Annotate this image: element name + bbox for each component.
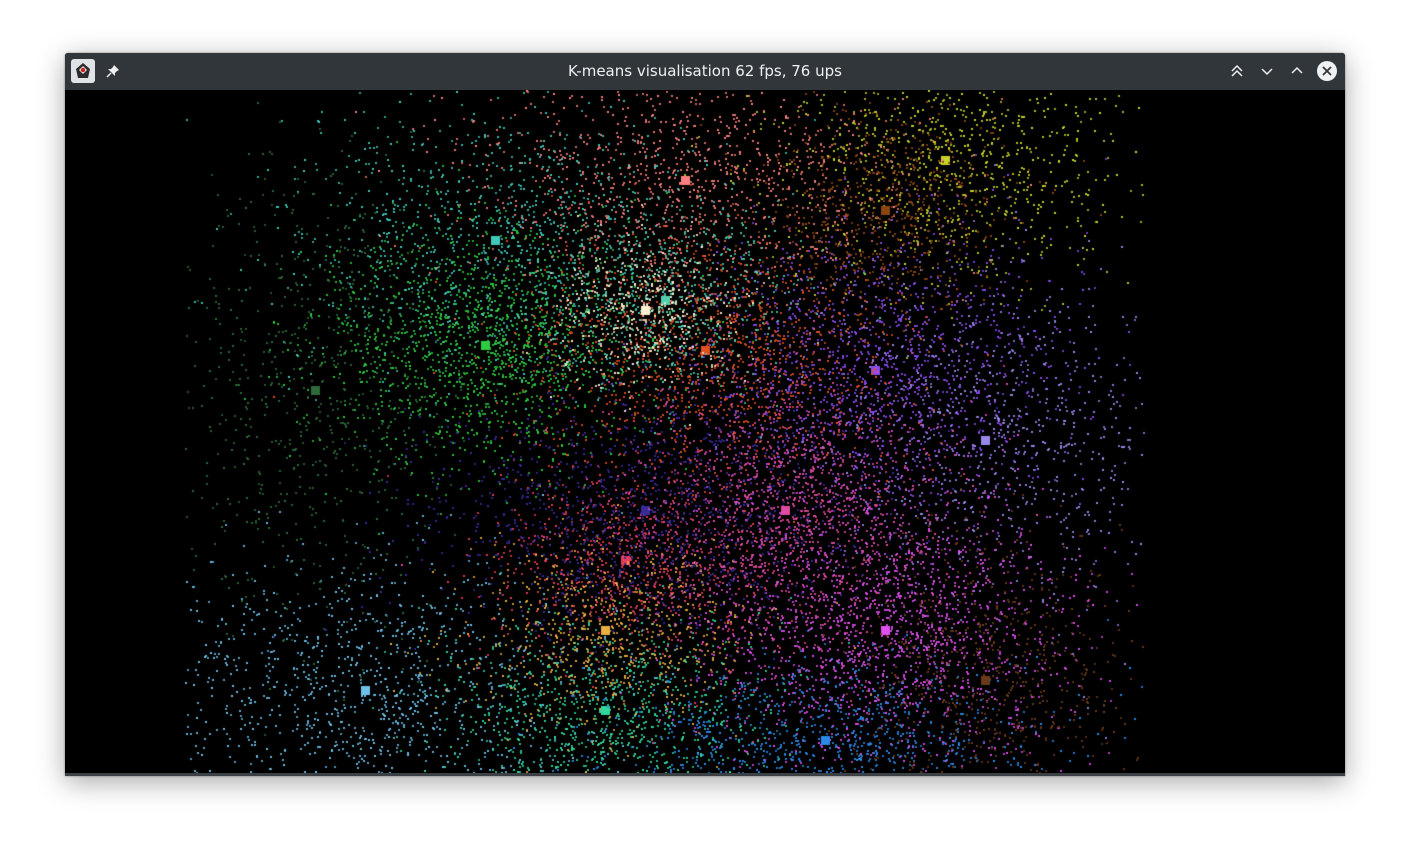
window-bottom-border [65, 773, 1345, 776]
window-title: K-means visualisation 62 fps, 76 ups [568, 62, 842, 80]
minimize-icon [1261, 68, 1273, 76]
titlebar[interactable]: K-means visualisation 62 fps, 76 ups [65, 53, 1345, 90]
kmeans-scatter-canvas[interactable] [65, 90, 1345, 773]
keep-above-icon [1231, 64, 1243, 77]
maximize-icon [1291, 66, 1303, 74]
app-window: K-means visualisation 62 fps, 76 ups [65, 53, 1345, 776]
minimize-button[interactable] [1256, 60, 1278, 82]
java-app-icon[interactable] [71, 59, 95, 83]
kmeans-canvas-area[interactable] [65, 90, 1345, 773]
close-icon [1317, 61, 1337, 81]
maximize-button[interactable] [1286, 60, 1308, 82]
pin-icon[interactable] [103, 61, 123, 81]
close-button[interactable] [1316, 60, 1338, 82]
keep-above-button[interactable] [1226, 60, 1248, 82]
